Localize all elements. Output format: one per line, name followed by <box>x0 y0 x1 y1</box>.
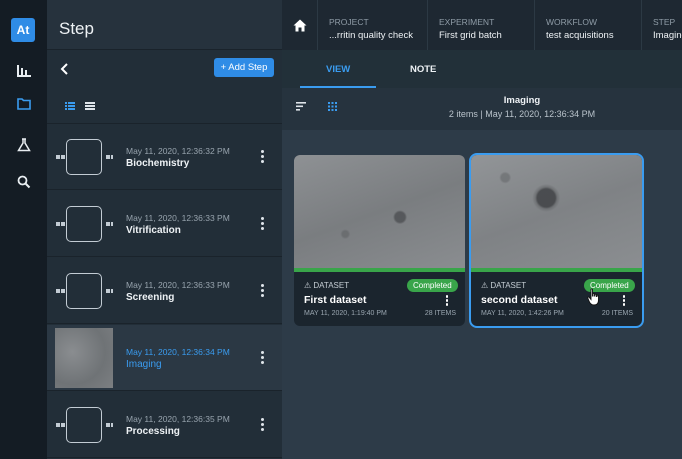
step-item-processing[interactable]: May 11, 2020, 12:36:35 PM Processing <box>47 392 282 458</box>
home-icon <box>293 19 306 31</box>
rail-search-button[interactable] <box>0 164 47 200</box>
breadcrumb: PROJECT ...rritin quality check EXPERIME… <box>282 0 682 50</box>
more-vert-icon[interactable] <box>621 295 627 307</box>
step-thumbnail <box>55 328 113 388</box>
dataset-name: First dataset <box>304 294 367 306</box>
main-content: PROJECT ...rritin quality check EXPERIME… <box>282 0 682 459</box>
step-item-screening[interactable]: May 11, 2020, 12:36:33 PM Screening <box>47 258 282 324</box>
step-name: Imaging <box>126 359 162 370</box>
flask-icon <box>16 138 31 152</box>
step-thumbnail <box>55 127 113 187</box>
home-button[interactable] <box>282 0 318 50</box>
step-thumbnail <box>55 194 113 254</box>
dataset-date: MAY 11, 2020, 1:19:40 PM <box>304 310 387 317</box>
breadcrumb-step[interactable]: STEP Imaging <box>642 0 682 50</box>
dataset-thumbnail <box>471 155 642 268</box>
dataset-thumbnail <box>294 155 465 268</box>
step-date: May 11, 2020, 12:36:33 PM <box>126 213 230 223</box>
dataset-type: ⚠ DATASET <box>481 281 527 290</box>
step-date: May 11, 2020, 12:36:32 PM <box>126 146 230 156</box>
breadcrumb-project[interactable]: PROJECT ...rritin quality check <box>318 0 428 50</box>
micrograph-thumbnail <box>55 328 113 388</box>
step-date: May 11, 2020, 12:36:34 PM <box>126 347 230 357</box>
status-badge: Completed <box>407 279 458 292</box>
more-vert-icon[interactable] <box>259 351 265 365</box>
list-view-icon[interactable] <box>65 101 75 111</box>
step-panel-title: Step <box>59 19 94 38</box>
dataset-name: second dataset <box>481 294 558 306</box>
breadcrumb-label: WORKFLOW <box>546 17 597 27</box>
breadcrumb-value: Imaging <box>653 30 682 41</box>
bar-chart-icon <box>16 65 31 77</box>
content-meta: 2 items | May 11, 2020, 12:36:34 PM <box>448 109 596 119</box>
compact-list-icon[interactable] <box>85 101 95 111</box>
step-item-vitrification[interactable]: May 11, 2020, 12:36:33 PM Vitrification <box>47 191 282 257</box>
step-name: Biochemistry <box>126 158 190 169</box>
breadcrumb-workflow[interactable]: WORKFLOW test acquisitions <box>535 0 642 50</box>
step-panel-header: Step <box>47 0 282 50</box>
app-logo[interactable]: At <box>11 18 35 42</box>
step-name: Screening <box>126 292 175 303</box>
folder-icon <box>16 98 31 110</box>
tab-bar: VIEW NOTE <box>282 50 682 88</box>
more-vert-icon[interactable] <box>259 150 265 164</box>
step-thumbnail <box>55 261 113 321</box>
search-icon <box>17 175 30 189</box>
step-name: Processing <box>126 426 180 437</box>
app-rail: At <box>0 0 47 459</box>
status-bar <box>471 268 642 272</box>
view-toggle <box>47 88 282 124</box>
more-vert-icon[interactable] <box>259 217 265 231</box>
breadcrumb-value: ...rritin quality check <box>329 30 413 41</box>
rail-dashboard-button[interactable] <box>0 53 47 89</box>
breadcrumb-label: EXPERIMENT <box>439 17 495 27</box>
content-subbar: Imaging 2 items | May 11, 2020, 12:36:34… <box>282 88 682 130</box>
step-item-imaging[interactable]: May 11, 2020, 12:36:34 PM Imaging <box>47 325 282 391</box>
breadcrumb-experiment[interactable]: EXPERIMENT First grid batch <box>428 0 535 50</box>
more-vert-icon[interactable] <box>259 284 265 298</box>
dataset-type: ⚠ DATASET <box>304 281 350 290</box>
tab-view[interactable]: VIEW <box>326 64 350 75</box>
step-date: May 11, 2020, 12:36:35 PM <box>126 414 230 424</box>
add-step-button[interactable]: + Add Step <box>214 58 274 77</box>
dataset-count: 28 ITEMS <box>424 310 456 317</box>
chevron-left-icon[interactable] <box>57 61 73 77</box>
breadcrumb-value: test acquisitions <box>546 30 614 41</box>
status-bar <box>294 268 465 272</box>
breadcrumb-value: First grid batch <box>439 30 502 41</box>
dataset-count: 20 ITEMS <box>601 310 633 317</box>
hand-cursor-icon <box>587 288 599 306</box>
step-name: Vitrification <box>126 225 181 236</box>
step-panel: Step + Add Step May 11, 2020, 12:36:32 P… <box>47 0 282 459</box>
step-date: May 11, 2020, 12:36:33 PM <box>126 280 230 290</box>
dataset-date: MAY 11, 2020, 1:42:26 PM <box>481 310 564 317</box>
rail-lab-button[interactable] <box>0 127 47 163</box>
breadcrumb-label: PROJECT <box>329 17 369 27</box>
tab-note[interactable]: NOTE <box>410 64 436 75</box>
step-thumbnail <box>55 395 113 455</box>
breadcrumb-label: STEP <box>653 17 676 27</box>
content-title: Imaging <box>503 95 541 106</box>
dataset-card-second[interactable]: ⚠ DATASET Completed second dataset MAY 1… <box>469 153 644 328</box>
dataset-card-first[interactable]: ⚠ DATASET Completed First dataset MAY 11… <box>294 155 465 326</box>
more-vert-icon[interactable] <box>259 418 265 432</box>
step-item-biochemistry[interactable]: May 11, 2020, 12:36:32 PM Biochemistry <box>47 124 282 190</box>
more-vert-icon[interactable] <box>444 295 450 307</box>
rail-projects-button[interactable] <box>0 86 47 122</box>
